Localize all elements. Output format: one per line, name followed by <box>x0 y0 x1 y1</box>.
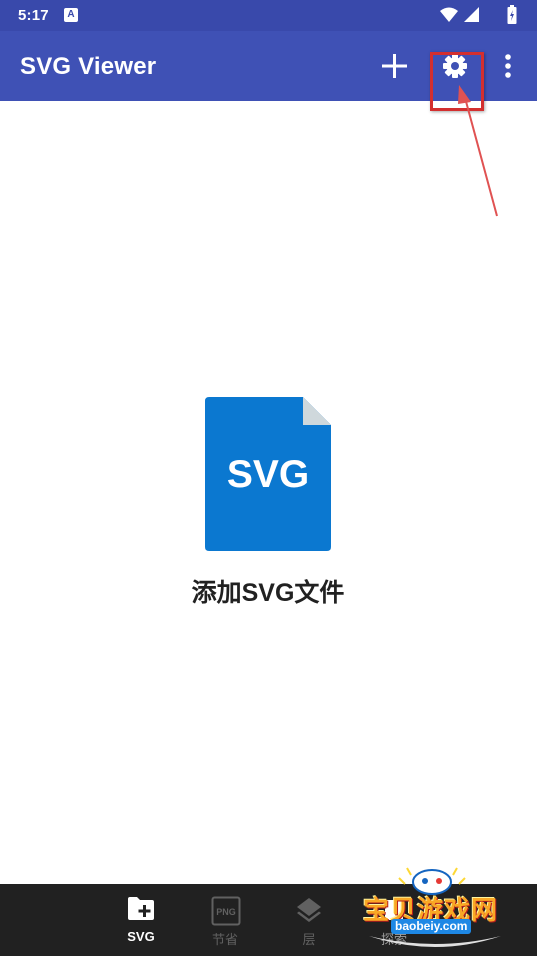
nav-item-save[interactable]: PNG 节省 <box>195 884 255 956</box>
svg-file-icon-text: SVG <box>227 453 309 496</box>
nav-label-layers: 层 <box>302 932 316 947</box>
status-time: 5:17 <box>18 7 49 24</box>
nav-label-save: 节省 <box>211 932 238 947</box>
battery-icon <box>507 5 517 24</box>
png-icon: PNG <box>211 896 241 926</box>
status-bar: 5:17 A <box>0 0 537 31</box>
watermark: 宝贝游戏网 baobeiy.com <box>355 862 515 956</box>
app-title: SVG Viewer <box>20 53 157 80</box>
annotation-arrow <box>458 85 498 217</box>
screen: 5:17 A SVG Viewer SVG 添加SVG文件 SVG PNG 节省… <box>0 0 537 956</box>
signal-icon <box>464 7 479 22</box>
nav-label-svg: SVG <box>127 929 155 944</box>
add-svg-file-label: 添加SVG文件 <box>191 579 345 607</box>
nav-item-layers[interactable]: 层 <box>279 884 339 956</box>
folder-add-icon <box>128 897 154 920</box>
nav-item-svg[interactable]: SVG <box>111 884 171 956</box>
add-button[interactable] <box>374 46 414 86</box>
png-icon-text: PNG <box>216 907 236 917</box>
notification-icon: A <box>64 8 78 22</box>
layers-icon <box>297 898 321 922</box>
wifi-icon <box>440 7 458 22</box>
add-svg-file-button[interactable]: SVG 添加SVG文件 <box>168 396 368 607</box>
svg-file-icon: SVG <box>205 397 331 551</box>
watermark-url: baobeiy.com <box>391 919 472 934</box>
add-icon <box>382 54 407 78</box>
